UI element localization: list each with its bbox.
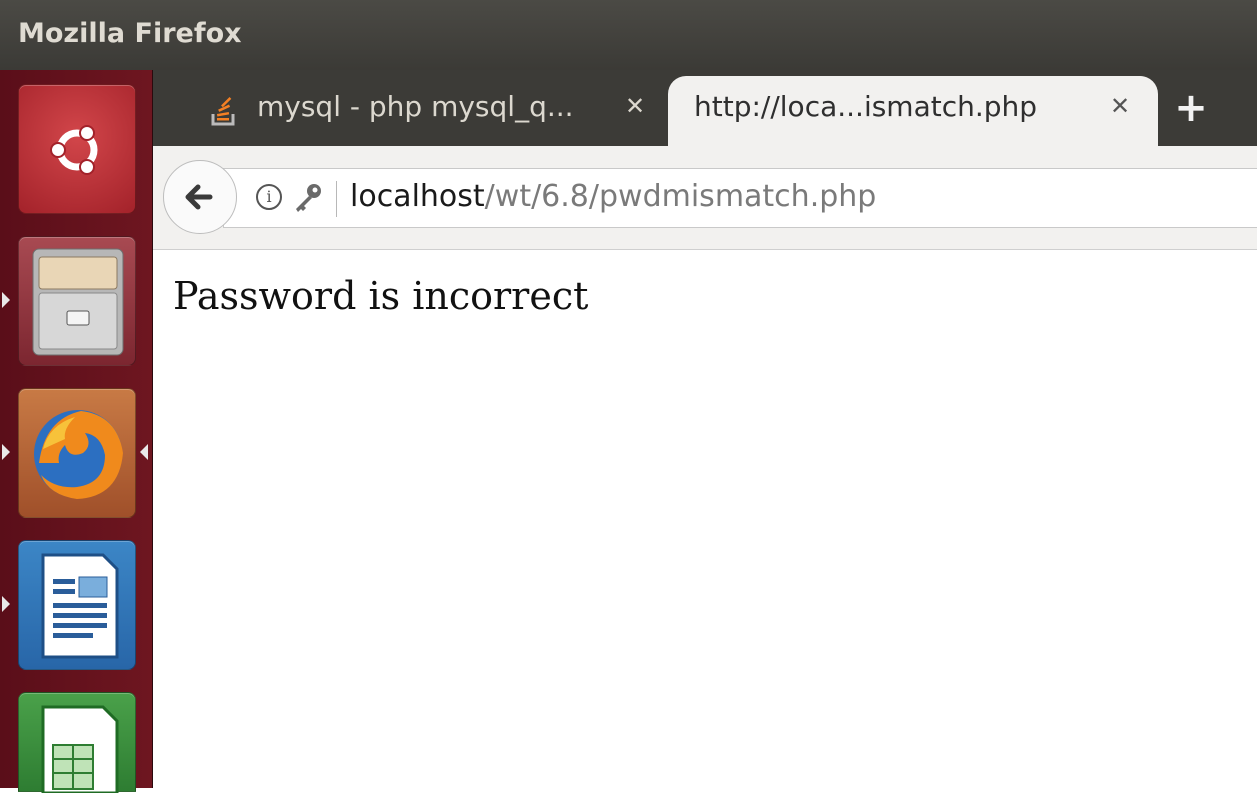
launcher-pip: [140, 444, 148, 460]
tab-label: http://loca...ismatch.php: [694, 90, 1038, 123]
firefox-icon[interactable]: [18, 388, 136, 518]
launcher-pip: [2, 292, 10, 308]
url-separator: [336, 181, 337, 217]
writer-icon[interactable]: [18, 540, 136, 670]
url-path: /wt/6.8/pwdmismatch.php: [484, 179, 877, 214]
page-content: Password is incorrect: [153, 250, 1257, 788]
launcher: [0, 70, 153, 795]
launcher-pip: [2, 596, 10, 612]
info-icon[interactable]: i: [256, 184, 282, 210]
tab-strip: mysql - php mysql_q... ✕ http://loca...i…: [153, 70, 1257, 146]
url-bar[interactable]: i localhost/wt/6.8/pwdmismatch.php: [223, 168, 1257, 228]
close-icon[interactable]: ✕: [625, 92, 645, 120]
back-arrow-icon: [185, 184, 213, 210]
navigation-bar: i localhost/wt/6.8/pwdmismatch.php: [153, 146, 1257, 250]
back-button[interactable]: [163, 160, 237, 234]
stackoverflow-icon: [211, 94, 237, 130]
url-text[interactable]: localhost/wt/6.8/pwdmismatch.php: [350, 179, 876, 214]
url-host: localhost: [350, 179, 485, 214]
key-icon: [290, 181, 324, 219]
page-message: Password is incorrect: [173, 274, 589, 318]
tab-pwdmismatch[interactable]: http://loca...ismatch.php ✕: [668, 76, 1158, 146]
new-tab-button[interactable]: +: [1171, 84, 1211, 132]
tab-label: mysql - php mysql_q...: [257, 90, 574, 123]
ubuntu-dash-icon[interactable]: [18, 84, 136, 214]
window-title-bar: Mozilla Firefox: [0, 0, 1257, 70]
window-title: Mozilla Firefox: [18, 18, 242, 49]
close-icon[interactable]: ✕: [1110, 92, 1130, 120]
launcher-pip: [2, 444, 10, 460]
files-icon[interactable]: [18, 236, 136, 366]
calc-icon[interactable]: [18, 692, 136, 795]
tab-mysql[interactable]: mysql - php mysql_q... ✕: [193, 76, 693, 146]
